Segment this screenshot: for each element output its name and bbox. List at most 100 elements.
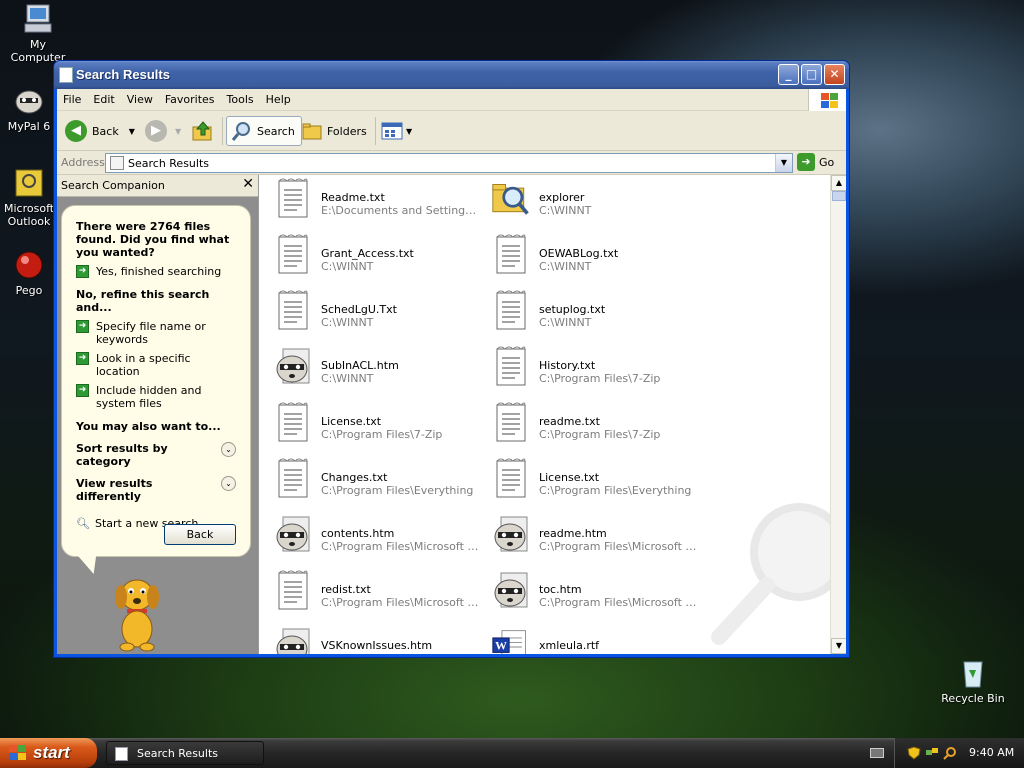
taskbar: start Search Results 9:40 AM [0, 738, 1024, 768]
arrow-icon: ➜ [76, 352, 89, 365]
maximize-button[interactable]: □ [801, 64, 822, 85]
vertical-scrollbar[interactable]: ▲ ▼ [830, 175, 846, 654]
search-results-icon [110, 156, 124, 170]
result-path: C:\Program Files\Microsoft Vis... [539, 540, 699, 553]
back-arrow-icon: ◀ [65, 120, 87, 142]
search-magnifier-icon [231, 122, 250, 141]
address-dropdown-icon[interactable]: ▼ [775, 154, 792, 172]
result-item[interactable]: VSKnownIssues.htm [265, 625, 485, 654]
result-item[interactable]: Changes.txt C:\Program Files\Everything [265, 457, 485, 507]
desktop-icon-label: Microsoft Outlook [4, 202, 54, 228]
result-item[interactable]: toc.htm C:\Program Files\Microsoft Vis... [483, 569, 703, 619]
result-item[interactable]: readme.txt C:\Program Files\7-Zip [483, 401, 703, 451]
result-item[interactable]: setuplog.txt C:\WINNT [483, 289, 703, 339]
chevron-down-icon[interactable]: ⌄ [221, 442, 236, 457]
result-item[interactable]: SchedLgU.Txt C:\WINNT [265, 289, 485, 339]
back-dropdown-icon[interactable]: ▼ [129, 127, 135, 136]
recycle-bin-icon [963, 661, 983, 688]
folders-button[interactable]: Folders [301, 116, 367, 146]
result-item[interactable]: explorer C:\WINNT [483, 177, 703, 227]
desktop-icon-recycle-bin[interactable]: Recycle Bin [936, 656, 1010, 705]
menu-help[interactable]: Help [260, 89, 297, 111]
menu-view[interactable]: View [121, 89, 159, 111]
search-button[interactable]: Search [226, 116, 302, 146]
desktop-icon-label: Recycle Bin [941, 692, 1005, 705]
window-title: Search Results [76, 67, 170, 82]
result-path: C:\Program Files\Microsoft Vis... [321, 540, 481, 553]
search-results-list: Readme.txt E:\Documents and Settings\v...… [258, 175, 846, 654]
minimize-button[interactable]: _ [778, 64, 799, 85]
specify-file-name-link[interactable]: ➜ Specify file name or keywords [76, 320, 236, 346]
text-file-icon [491, 345, 531, 389]
search-tray-icon[interactable] [943, 746, 957, 760]
clock: 9:40 AM [969, 746, 1015, 759]
yes-finished-link[interactable]: ➜ Yes, finished searching [76, 265, 236, 278]
menu-tools[interactable]: Tools [221, 89, 260, 111]
shield-icon[interactable] [907, 746, 921, 760]
keyboard-icon[interactable] [870, 748, 884, 758]
text-file-icon [491, 457, 531, 501]
view-results-item[interactable]: View results differently ⌄ [76, 476, 236, 503]
outlook-icon [15, 169, 43, 197]
views-icon [381, 122, 403, 140]
sort-results-item[interactable]: Sort results by category ⌄ [76, 442, 236, 468]
up-folder-icon [192, 121, 212, 141]
result-item[interactable]: License.txt C:\Program Files\Everything [483, 457, 703, 507]
search-companion-title: Search Companion [61, 179, 165, 192]
desktop-icon-my-computer[interactable]: My Computer [1, 2, 75, 64]
scroll-up-button[interactable]: ▲ [831, 175, 846, 191]
refine-heading: No, refine this search and... [76, 288, 210, 314]
result-item[interactable]: Wxmleula.rtf [483, 625, 703, 654]
start-button[interactable]: start [0, 738, 97, 768]
specific-location-link[interactable]: ➜ Look in a specific location [76, 352, 236, 378]
result-item[interactable]: License.txt C:\Program Files\7-Zip [265, 401, 485, 451]
result-path: C:\WINNT [539, 316, 592, 329]
explorer-search-icon [491, 177, 531, 221]
taskbar-item-search-results[interactable]: Search Results [106, 741, 264, 765]
desktop-icon-pego[interactable]: Pego [4, 248, 54, 297]
chevron-down-icon[interactable]: ⌄ [221, 476, 236, 491]
address-field[interactable]: Search Results ▼ [105, 153, 793, 173]
window-titlebar[interactable]: Search Results _ □ ✕ [54, 61, 849, 89]
network-icon[interactable] [925, 746, 939, 760]
scroll-down-button[interactable]: ▼ [831, 638, 846, 654]
result-name: OEWABLog.txt [539, 247, 619, 260]
desktop-icon-outlook[interactable]: Microsoft Outlook [4, 166, 54, 228]
desktop-icon-mypal[interactable]: MyPal 6 [4, 84, 54, 133]
result-name: explorer [539, 191, 585, 204]
menu-edit[interactable]: Edit [87, 89, 120, 111]
address-label: Address [61, 156, 105, 169]
companion-back-button[interactable]: Back [164, 524, 236, 545]
folders-label: Folders [327, 124, 367, 138]
result-item[interactable]: Readme.txt E:\Documents and Settings\v... [265, 177, 485, 227]
result-item[interactable]: contents.htm C:\Program Files\Microsoft V… [265, 513, 485, 563]
forward-button[interactable]: ▶ ▼ [145, 116, 181, 146]
magnifier-icon: 🔍︎ [76, 517, 90, 530]
htm-file-icon [273, 345, 313, 389]
word-file-icon: W [491, 625, 531, 654]
result-path: C:\Program Files\7-Zip [539, 428, 661, 441]
result-path: C:\Program Files\7-Zip [321, 428, 443, 441]
back-button[interactable]: ◀ Back ▼ [65, 116, 135, 146]
result-item[interactable]: History.txt C:\Program Files\7-Zip [483, 345, 703, 395]
result-path: C:\WINNT [321, 316, 374, 329]
result-item[interactable]: readme.htm C:\Program Files\Microsoft Vis… [483, 513, 703, 563]
include-hidden-link[interactable]: ➜ Include hidden and system files [76, 384, 236, 410]
menu-file[interactable]: File [57, 89, 87, 111]
close-button[interactable]: ✕ [824, 64, 845, 85]
result-item[interactable]: SubInACL.htm C:\WINNT [265, 345, 485, 395]
search-results-window: Search Results _ □ ✕ File Edit View Favorit… [53, 60, 850, 658]
go-button[interactable]: ➜ Go [797, 153, 834, 171]
forward-dropdown-icon[interactable]: ▼ [175, 127, 181, 136]
menu-bar: File Edit View Favorites Tools Help [57, 89, 846, 111]
close-pane-icon[interactable]: ✕ [242, 176, 254, 192]
up-folder-button[interactable] [191, 116, 215, 146]
result-item[interactable]: OEWABLog.txt C:\WINNT [483, 233, 703, 283]
views-button[interactable]: ▼ [381, 116, 412, 146]
menu-favorites[interactable]: Favorites [159, 89, 221, 111]
result-item[interactable]: Grant_Access.txt C:\WINNT [265, 233, 485, 283]
arrow-icon: ➜ [76, 265, 89, 278]
htm-file-icon [491, 513, 531, 557]
result-item[interactable]: redist.txt C:\Program Files\Microsoft Vis… [265, 569, 485, 619]
scroll-thumb[interactable] [832, 191, 846, 201]
